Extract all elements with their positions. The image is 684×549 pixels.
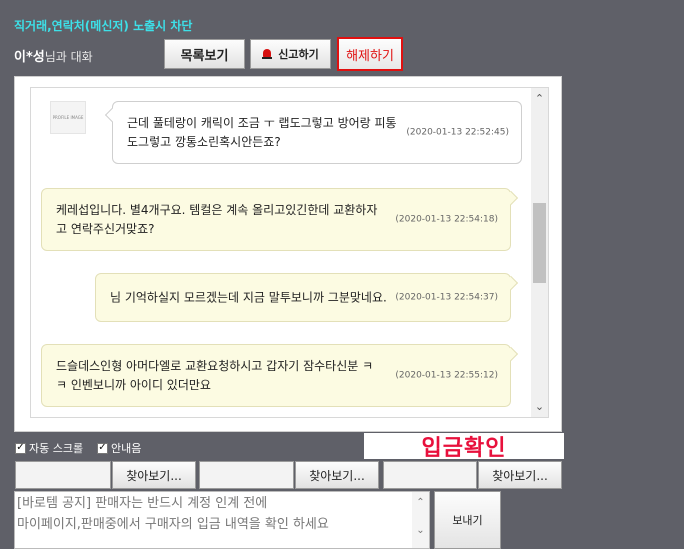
unblock-button[interactable]: 해제하기 bbox=[337, 37, 403, 71]
input-placeholder-line2: 마이페이지,판매중에서 구매자의 입금 내역을 확인 하세요 bbox=[17, 517, 329, 532]
autoscroll-checkbox[interactable]: ✓ 자동 스크롤 bbox=[15, 440, 83, 456]
input-placeholder-line1: [바로템 공지] 판매자는 반드시 계정 인계 전에 bbox=[17, 496, 268, 511]
contact-warning-title: 직거래,연락처(메신저) 노출시 차단 bbox=[14, 19, 193, 33]
list-view-button[interactable]: 목록보기 bbox=[164, 39, 245, 69]
message-bubble-outgoing: 드슬데스인형 아머다엘로 교환요청하시고 갑자기 잠수타신분 ㅋ ㅋ 인벤보니까… bbox=[41, 344, 519, 407]
input-scrollbar[interactable]: ⌃ ⌄ bbox=[412, 492, 429, 548]
message-timestamp: (2020-01-13 22:54:18) bbox=[395, 214, 498, 224]
partner-avatar: PROFILE IMAGE bbox=[50, 101, 86, 134]
chat-panel: PROFILE IMAGE 근데 풀테랑이 캐릭이 조금 ㅜ 랩도그렇고 방어랑… bbox=[14, 76, 562, 432]
chevron-down-icon[interactable]: ⌄ bbox=[531, 398, 548, 415]
partner-name: 이*성 bbox=[14, 50, 45, 65]
report-button[interactable]: 신고하기 bbox=[250, 39, 331, 69]
message-timestamp: (2020-01-13 22:55:12) bbox=[395, 370, 498, 380]
file-path-input-2[interactable] bbox=[199, 461, 294, 489]
send-button[interactable]: 보내기 bbox=[434, 491, 501, 549]
browse-button-3[interactable]: 찾아보기... bbox=[478, 461, 562, 489]
message-bubble-outgoing: 님 기억하실지 모르겠는데 지금 말투보니까 그분맞네요. (2020-01-1… bbox=[95, 273, 519, 322]
message-text: 근데 풀테랑이 캐릭이 조금 ㅜ 랩도그렇고 방어랑 피통 도그렇고 깡통소린혹… bbox=[127, 115, 397, 149]
check-icon: ✓ bbox=[15, 442, 26, 454]
file-path-input-3[interactable] bbox=[383, 461, 477, 489]
message-text: 드슬데스인형 아머다엘로 교환요청하시고 갑자기 잠수타신분 ㅋ ㅋ 인벤보니까… bbox=[56, 358, 374, 392]
browse-button-2[interactable]: 찾아보기... bbox=[295, 461, 379, 489]
message-bubble-outgoing: 케레섭입니다. 별4개구요. 템컬은 계속 올리고있긴한데 교환하자 고 연락주… bbox=[41, 188, 519, 251]
chevron-up-icon[interactable]: ⌃ bbox=[412, 494, 429, 511]
chat-partner-label: 이*성님과 대화 bbox=[14, 46, 93, 65]
chevron-down-icon[interactable]: ⌄ bbox=[412, 522, 429, 539]
message-text: 님 기억하실지 모르겠는데 지금 말투보니까 그분맞네요. bbox=[110, 290, 387, 304]
message-text: 케레섭입니다. 별4개구요. 템컬은 계속 올리고있긴한데 교환하자 고 연락주… bbox=[56, 202, 378, 236]
guide-sound-checkbox[interactable]: ✓ 안내음 bbox=[97, 440, 141, 456]
message-timestamp: (2020-01-13 22:54:37) bbox=[395, 292, 498, 302]
partner-suffix: 님과 대화 bbox=[44, 50, 93, 64]
chevron-up-icon[interactable]: ⌃ bbox=[531, 90, 548, 107]
deposit-confirm-button[interactable]: 입금확인 bbox=[364, 433, 564, 461]
autoscroll-label: 자동 스크롤 bbox=[29, 442, 84, 455]
chat-message-list[interactable]: PROFILE IMAGE 근데 풀테랑이 캐릭이 조금 ㅜ 랩도그렇고 방어랑… bbox=[30, 87, 549, 418]
check-icon: ✓ bbox=[97, 442, 108, 454]
bell-icon bbox=[262, 48, 273, 60]
report-button-label: 신고하기 bbox=[278, 48, 319, 61]
message-timestamp: (2020-01-13 22:52:45) bbox=[406, 127, 509, 137]
message-bubble-incoming: 근데 풀테랑이 캐릭이 조금 ㅜ 랩도그렇고 방어랑 피통 도그렇고 깡통소린혹… bbox=[104, 101, 522, 164]
scrollbar-thumb[interactable] bbox=[533, 203, 546, 283]
chat-scrollbar[interactable]: ⌃ ⌄ bbox=[531, 88, 548, 417]
guide-sound-label: 안내음 bbox=[111, 442, 142, 455]
browse-button-1[interactable]: 찾아보기... bbox=[112, 461, 196, 489]
file-path-input-1[interactable] bbox=[15, 461, 111, 489]
message-input[interactable]: [바로템 공지] 판매자는 반드시 계정 인계 전에 마이페이지,판매중에서 구… bbox=[14, 491, 430, 549]
